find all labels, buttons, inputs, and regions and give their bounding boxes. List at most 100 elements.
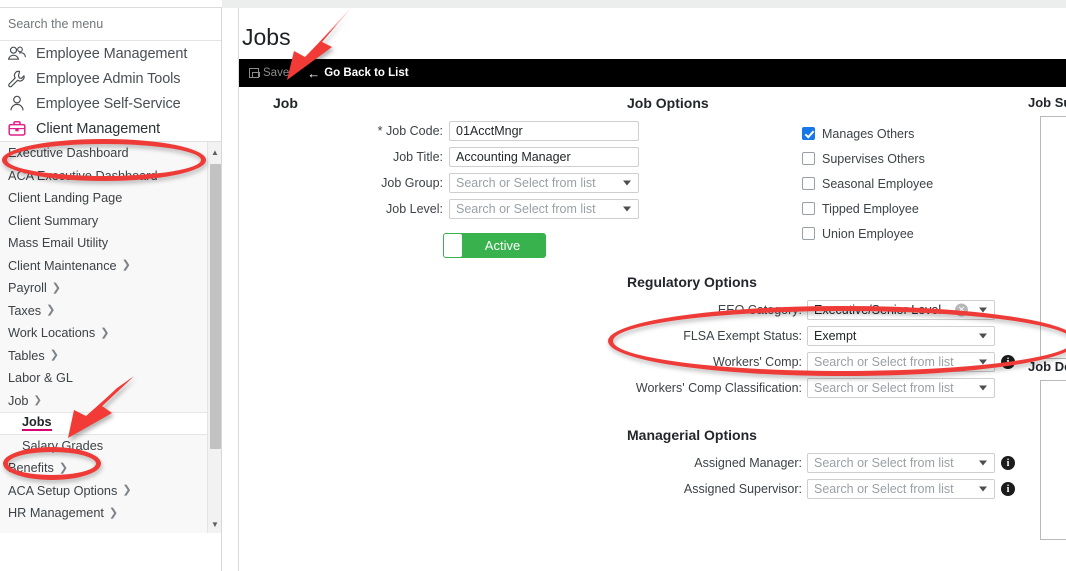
checkbox-box[interactable] [802, 127, 815, 140]
sidebar-subitem-label: Taxes [8, 303, 42, 318]
info-icon[interactable]: i [1001, 355, 1015, 369]
checkbox-label: Tipped Employee [822, 201, 919, 216]
job-group-placeholder: Search or Select from list [456, 176, 596, 190]
job-section: Job * Job Code: 01AcctMngr Job Title: Ac… [273, 95, 641, 258]
chevron-right-icon: ❯ [46, 304, 56, 317]
active-toggle-label: Active [484, 238, 521, 253]
checkbox-label: Union Employee [822, 226, 914, 241]
sidebar-item-salary-grades[interactable]: Salary Grades [0, 435, 221, 458]
field-flsa-exempt-status: FLSA Exempt Status: Exempt [627, 326, 1027, 346]
menu-search-input[interactable]: Search the menu [0, 8, 221, 41]
checkbox-box[interactable] [802, 202, 815, 215]
action-toolbar: Save ← Go Back to List [239, 59, 1066, 87]
assigned-manager-select[interactable]: Search or Select from list [807, 453, 995, 473]
job-code-value: 01AcctMngr [456, 124, 523, 138]
eeo-category-select[interactable]: Executive/Senior Level ... ✕ [807, 300, 995, 320]
info-icon[interactable]: i [1001, 482, 1015, 496]
sidebar-item-benefits[interactable]: Benefits ❯ [0, 457, 221, 480]
label-text: Job Code: [386, 124, 443, 138]
person-icon [6, 94, 28, 114]
sidebar-subitem-label: Jobs [22, 414, 52, 431]
job-code-input[interactable]: 01AcctMngr [449, 121, 639, 141]
sidebar-subitem-label: Tables [8, 348, 45, 363]
workers-comp-classification-select[interactable]: Search or Select from list [807, 378, 995, 398]
job-group-select[interactable]: Search or Select from list [449, 173, 639, 193]
chevron-right-icon: ❯ [58, 461, 69, 474]
workers-comp-classification-label: Workers' Comp Classification: [635, 381, 802, 395]
sidebar-subitem-label: Client Summary [8, 213, 99, 228]
sidebar-item-jobs[interactable]: Jobs [0, 412, 221, 435]
go-back-to-list-button[interactable]: ← Go Back to List [307, 67, 408, 80]
field-job-group: Job Group: Search or Select from list [273, 173, 641, 193]
sidebar-item-job[interactable]: Job ❯ [0, 390, 221, 413]
job-description-heading: Job De [1028, 359, 1066, 374]
sidebar-item-employee-management[interactable]: Employee Management [0, 41, 221, 66]
scroll-down-icon[interactable]: ▼ [208, 516, 221, 532]
job-level-label: Job Level: [386, 202, 443, 216]
assigned-manager-placeholder: Search or Select from list [814, 456, 954, 470]
workers-comp-select[interactable]: Search or Select from list [807, 352, 995, 372]
sidebar-top-nav: Employee Management Employee Admin Tools [0, 41, 221, 141]
job-level-placeholder: Search or Select from list [456, 202, 596, 216]
clear-icon[interactable]: ✕ [955, 303, 968, 317]
field-job-level: Job Level: Search or Select from list [273, 199, 641, 219]
job-level-select[interactable]: Search or Select from list [449, 199, 639, 219]
sidebar-item-payroll[interactable]: Payroll ❯ [0, 277, 221, 300]
toggle-knob [444, 234, 462, 257]
sidebar-item-employee-admin-tools[interactable]: Employee Admin Tools [0, 66, 221, 91]
field-workers-comp-classification: Workers' Comp Classification: Search or … [627, 378, 1027, 398]
sidebar-subitem-label: Benefits [8, 461, 54, 476]
checkbox-label: Seasonal Employee [822, 176, 934, 191]
menu-search-placeholder: Search the menu [8, 17, 104, 31]
job-summary-heading: Job Su [1028, 95, 1066, 110]
sidebar-item-client-summary[interactable]: Client Summary [0, 210, 221, 233]
sidebar-subitem-label: Client Landing Page [8, 191, 123, 206]
sidebar-item-work-locations[interactable]: Work Locations ❯ [0, 322, 221, 345]
checkbox-supervises-others[interactable]: Supervises Others [802, 146, 1027, 171]
sidebar-item-client-landing-page[interactable]: Client Landing Page [0, 187, 221, 210]
job-section-heading: Job [273, 95, 298, 111]
sidebar-item-mass-email-utility[interactable]: Mass Email Utility [0, 232, 221, 255]
chevron-down-icon [979, 333, 987, 339]
job-description-box[interactable] [1040, 380, 1066, 540]
flsa-exempt-status-select[interactable]: Exempt [807, 326, 995, 346]
job-group-label: Job Group: [381, 176, 443, 190]
sidebar-item-client-maintenance[interactable]: Client Maintenance ❯ [0, 255, 221, 278]
main-content: Jobs Save ← Go Back to List Job * Job Co… [238, 8, 1066, 571]
info-icon[interactable]: i [1001, 456, 1015, 470]
checkbox-seasonal-employee[interactable]: Seasonal Employee [802, 171, 1027, 196]
sidebar-scrollbar[interactable]: ▲ ▼ [207, 142, 221, 533]
sidebar-item-client-management[interactable]: Client Management [0, 116, 221, 141]
sidebar-subitem-label: ACA Setup Options [8, 483, 118, 498]
checkbox-union-employee[interactable]: Union Employee [802, 221, 1027, 246]
save-button[interactable]: Save [249, 67, 289, 79]
save-button-label: Save [263, 67, 290, 79]
field-assigned-supervisor: Assigned Supervisor: Search or Select fr… [627, 479, 1027, 499]
active-status-toggle[interactable]: Active [443, 233, 546, 258]
scroll-up-icon[interactable]: ▲ [208, 144, 221, 160]
sidebar-subitem-label: Payroll [8, 281, 47, 296]
sidebar-item-tables[interactable]: Tables ❯ [0, 345, 221, 368]
sidebar-item-taxes[interactable]: Taxes ❯ [0, 300, 221, 323]
eeo-category-value: Executive/Senior Level ... [814, 303, 956, 317]
checkbox-box[interactable] [802, 152, 815, 165]
sidebar-item-aca-executive-dashboard[interactable]: ACA Executive Dashboard [0, 165, 221, 188]
job-title-input[interactable]: Accounting Manager [449, 147, 639, 167]
sidebar-scrollbar-thumb[interactable] [210, 164, 221, 449]
job-summary-box[interactable] [1040, 116, 1066, 359]
checkbox-tipped-employee[interactable]: Tipped Employee [802, 196, 1027, 221]
job-form: Job * Job Code: 01AcctMngr Job Title: Ac… [239, 87, 1066, 571]
sidebar-item-aca-setup-options[interactable]: ACA Setup Options ❯ [0, 480, 221, 503]
sidebar-item-employee-self-service[interactable]: Employee Self-Service [0, 91, 221, 116]
page-title: Jobs [242, 24, 291, 50]
job-code-label: * Job Code: [273, 124, 443, 138]
checkbox-box[interactable] [802, 227, 815, 240]
sidebar-sub-menu: Executive Dashboard ACA Executive Dashbo… [0, 141, 221, 533]
assigned-supervisor-select[interactable]: Search or Select from list [807, 479, 995, 499]
sidebar-item-labor-and-gl[interactable]: Labor & GL [0, 367, 221, 390]
checkbox-box[interactable] [802, 177, 815, 190]
sidebar-item-executive-dashboard[interactable]: Executive Dashboard [0, 142, 221, 165]
checkbox-manages-others[interactable]: Manages Others [802, 121, 1027, 146]
field-assigned-manager: Assigned Manager: Search or Select from … [627, 453, 1027, 473]
sidebar-item-hr-management[interactable]: HR Management ❯ [0, 502, 221, 525]
